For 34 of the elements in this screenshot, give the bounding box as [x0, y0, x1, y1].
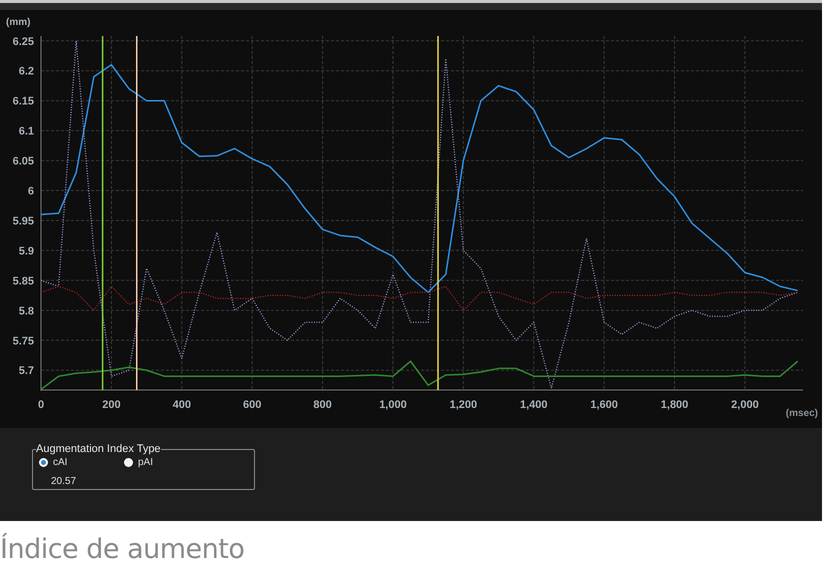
- axis-tick-label: 6: [28, 186, 34, 198]
- axis-tick-label: 6.25: [12, 36, 34, 48]
- axis-tick-label: 5.8: [18, 305, 34, 318]
- radio-option[interactable]: cAI: [39, 457, 124, 468]
- axis-tick-label: 400: [172, 399, 191, 411]
- radio-icon[interactable]: [39, 458, 48, 467]
- axis-tick-label: 800: [313, 399, 332, 411]
- radio-icon[interactable]: [124, 458, 133, 467]
- axis-tick-label: 1,400: [520, 399, 548, 411]
- axis-title: (msec): [786, 408, 818, 419]
- index-value: 20.57: [51, 476, 78, 487]
- radio-option[interactable]: pAI: [124, 457, 209, 468]
- group-title: Augmentation Index Type: [36, 443, 161, 455]
- axis-tick-label: 1,200: [450, 399, 478, 411]
- axis-tick-label: 1,800: [660, 399, 688, 411]
- axis-tick-label: 2,000: [731, 399, 759, 411]
- axis-tick-label: 5.85: [12, 275, 34, 288]
- axis-tick-label: 5.75: [12, 335, 34, 348]
- axis-tick-label: 6.05: [12, 156, 34, 168]
- axis-tick-label: 5.9: [18, 245, 34, 258]
- radio-label: cAI: [53, 457, 68, 468]
- axis-tick-label: 600: [243, 399, 262, 411]
- axis-tick-label: 6.2: [18, 66, 34, 78]
- axis-tick-label: 5.95: [12, 215, 34, 228]
- axis-tick-label: 1,600: [590, 399, 618, 411]
- radio-label: pAI: [138, 457, 154, 468]
- page-heading: Índice de aumento: [0, 534, 244, 565]
- axis-tick-label: 1,000: [379, 399, 407, 411]
- axis-tick-label: 200: [102, 399, 121, 411]
- axis-title: (mm): [6, 17, 30, 28]
- axis-tick-label: 6.15: [12, 96, 34, 108]
- axis-tick-label: 0: [38, 399, 44, 411]
- axis-tick-label: 6.1: [18, 126, 34, 138]
- axis-tick-label: 5.7: [18, 365, 34, 378]
